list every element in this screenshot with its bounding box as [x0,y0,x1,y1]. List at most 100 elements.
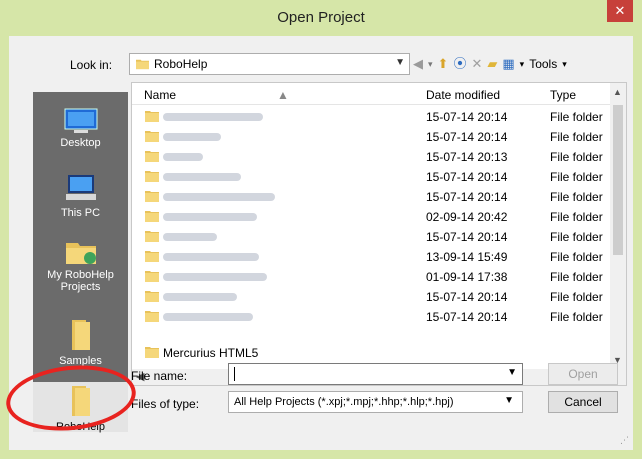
redacted-file-name [163,313,253,321]
file-name-input[interactable]: ▼ [228,363,523,385]
delete-icon[interactable]: ✕ [471,54,482,74]
folder-icon [145,131,159,142]
sort-ascending-icon: ▲ [277,88,289,102]
folder-icon [145,231,159,242]
open-button[interactable]: Open [548,363,618,385]
redacted-file-name [163,133,221,141]
file-name: Mercurius HTML5 [163,346,259,360]
title-bar: Open Project ✕ [0,0,642,36]
column-header-date[interactable]: Date modified [426,88,500,102]
redacted-file-name [163,153,203,161]
file-type: File folder [550,230,603,244]
dialog-title: Open Project [277,9,365,26]
redacted-file-name [163,113,263,121]
back-icon[interactable]: ◀ [413,54,423,74]
file-type: File folder [550,110,603,124]
place-samples[interactable]: Samples [33,316,128,370]
file-list[interactable]: Name ▲ Date modified Type 15-07-14 20:14… [131,82,627,386]
redacted-file-name [163,213,257,221]
folder-icon [145,251,159,262]
look-in-dropdown[interactable]: RoboHelp ▼ [129,53,410,75]
table-row[interactable]: 15-07-14 20:13 File folder [132,147,612,167]
place-this-pc[interactable]: This PC [33,172,128,222]
place-my-robohelp-projects[interactable]: My RoboHelp Projects [33,236,128,298]
chevron-down-icon: ▼ [395,57,405,68]
column-header-name[interactable]: Name [144,88,176,102]
file-type: File folder [550,270,603,284]
file-date: 15-07-14 20:14 [426,310,508,324]
file-type: File folder [550,190,603,204]
toolbar: ◀ ▾ ⬆ ⦿ ✕ ▰ ▦ ▾ Tools ▾ [413,53,567,75]
column-header-type[interactable]: Type [550,88,576,102]
place-label: This PC [60,207,101,219]
look-in-label: Look in: [70,58,113,72]
resize-grip-icon[interactable]: ⋰ [620,435,629,446]
file-date: 01-09-14 17:38 [426,270,508,284]
views-dropdown-icon[interactable]: ▾ [520,54,525,74]
table-row[interactable]: 02-09-14 20:42 File folder [132,207,612,227]
tools-dropdown-icon[interactable]: ▾ [562,54,567,74]
open-project-dialog: Open Project ✕ Look in: RoboHelp ▼ ◀ ▾ ⬆… [0,0,642,459]
folder-icon [145,271,159,282]
table-row[interactable]: 15-07-14 20:14 File folder [132,227,612,247]
file-type: File folder [550,250,603,264]
file-date: 15-07-14 20:14 [426,130,508,144]
table-row[interactable]: 15-07-14 20:14 File folder [132,187,612,207]
place-desktop[interactable]: Desktop [33,106,128,154]
table-row[interactable]: 15-07-14 20:14 File folder [132,107,612,127]
file-name-label: File name: [131,369,188,383]
table-row[interactable]: 13-09-14 15:49 File folder [132,247,612,267]
file-type: File folder [550,290,603,304]
file-type-label: Files of type: [131,397,200,411]
web-search-icon[interactable]: ⦿ [453,54,466,74]
file-date: 15-07-14 20:14 [426,290,508,304]
folder-icon [145,211,159,222]
scroll-up-icon[interactable]: ▲ [613,87,622,97]
close-button[interactable]: ✕ [607,0,633,22]
file-date: 15-07-14 20:14 [426,190,508,204]
dropdown-arrow-icon[interactable]: ▾ [428,54,433,74]
redacted-file-name [163,173,241,181]
new-folder-icon[interactable]: ▰ [487,54,497,74]
folder-icon [145,347,159,358]
chevron-down-icon[interactable]: ▼ [507,367,517,378]
file-type-value: All Help Projects (*.xpj;*.mpj;*.hhp;*.h… [234,396,454,408]
redacted-file-name [163,233,217,241]
table-row[interactable]: 01-09-14 17:38 File folder [132,267,612,287]
redacted-file-name [163,293,237,301]
file-type: File folder [550,170,603,184]
redacted-file-name [163,193,275,201]
table-row[interactable]: Mercurius HTML5 [132,343,612,363]
file-rows: 15-07-14 20:14 File folder 15-07-14 20:14 F… [132,107,612,363]
tools-menu[interactable]: Tools [529,54,557,74]
cancel-button[interactable]: Cancel [548,391,618,413]
computer-icon [65,175,96,200]
file-type: File folder [550,310,603,324]
views-icon[interactable]: ▦ [502,54,514,74]
place-label: Desktop [60,137,101,149]
folder-icon [145,151,159,162]
file-date: 15-07-14 20:14 [426,110,508,124]
scroll-thumb[interactable] [613,105,623,255]
table-row[interactable]: 15-07-14 20:14 File folder [132,307,612,327]
table-row[interactable]: 15-07-14 20:14 File folder [132,127,612,147]
file-type: File folder [550,130,603,144]
place-label: My RoboHelp Projects [47,269,114,293]
up-folder-icon[interactable]: ⬆ [438,54,449,74]
folder-icon [145,171,159,182]
folder-icon [136,59,149,70]
file-date: 15-07-14 20:13 [426,150,508,164]
file-type-dropdown[interactable]: All Help Projects (*.xpj;*.mpj;*.hhp;*.h… [228,391,523,413]
vertical-scrollbar[interactable]: ▲ ▼ [610,83,626,371]
file-date: 15-07-14 20:14 [426,230,508,244]
table-row[interactable]: 15-07-14 20:14 File folder [132,287,612,307]
file-type: File folder [550,210,603,224]
file-date: 13-09-14 15:49 [426,250,508,264]
table-row[interactable]: 15-07-14 20:14 File folder [132,167,612,187]
redacted-file-name [163,273,267,281]
file-type: File folder [550,150,603,164]
projects-folder-icon [65,243,96,264]
file-date: 02-09-14 20:42 [426,210,508,224]
look-in-value: RoboHelp [154,57,208,71]
desktop-icon [64,108,97,133]
